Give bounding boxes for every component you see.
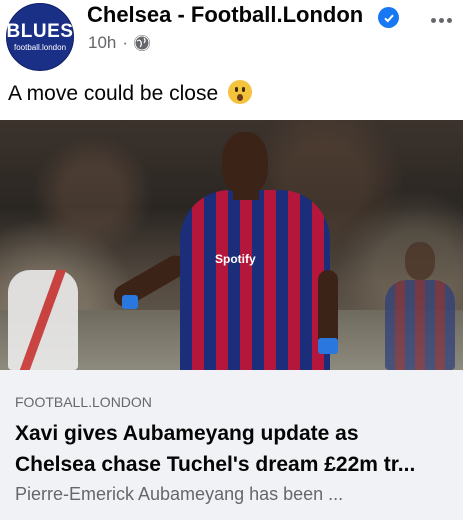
avatar-logo-text: BLUES (6, 21, 74, 42)
post-meta: 10h · (88, 33, 151, 53)
shirt-sponsor-text: Spotify (215, 252, 256, 266)
post-caption: A move could be close (8, 80, 252, 106)
avatar-logo-subtext: football.london (13, 43, 67, 52)
background-player-left (8, 270, 78, 370)
shirt-stripe (19, 270, 67, 370)
link-description: Pierre-Emerick Aubameyang has been ... (15, 484, 344, 504)
link-preview-card[interactable]: FOOTBALL.LONDON Xavi gives Aubameyang up… (0, 370, 463, 520)
player-left-wristband (122, 295, 138, 309)
globe-icon (134, 35, 151, 51)
link-headline: Xavi gives Aubameyang update as Chelsea … (15, 418, 455, 480)
background-player-right-head (405, 242, 435, 280)
caption-text: A move could be close (8, 82, 219, 105)
page-avatar[interactable]: BLUES football.london (6, 3, 74, 71)
astonished-face-emoji (227, 80, 252, 104)
more-options-icon[interactable] (431, 18, 452, 23)
page-name-link[interactable]: Chelsea - Football.London (87, 2, 363, 28)
more-dot (447, 18, 452, 23)
background-player-right (385, 280, 455, 370)
verified-badge-icon (378, 7, 399, 28)
player-right-wristband (318, 338, 338, 354)
emoji-mouth (236, 94, 243, 101)
more-dot (439, 18, 444, 23)
link-domain: FOOTBALL.LONDON (15, 394, 152, 410)
more-dot (431, 18, 436, 23)
post-header: BLUES football.london Chelsea - Football… (0, 0, 463, 71)
link-preview-image[interactable]: Spotify (0, 120, 463, 370)
meta-separator: · (122, 33, 129, 52)
main-player-head (222, 132, 268, 194)
link-headline-line2: Chelsea chase Tuchel's dream £22m tr... (15, 453, 416, 476)
link-headline-line1: Xavi gives Aubameyang update as (15, 422, 359, 445)
main-player-shirt: Spotify (180, 190, 330, 370)
post-timestamp[interactable]: 10h (88, 33, 116, 53)
